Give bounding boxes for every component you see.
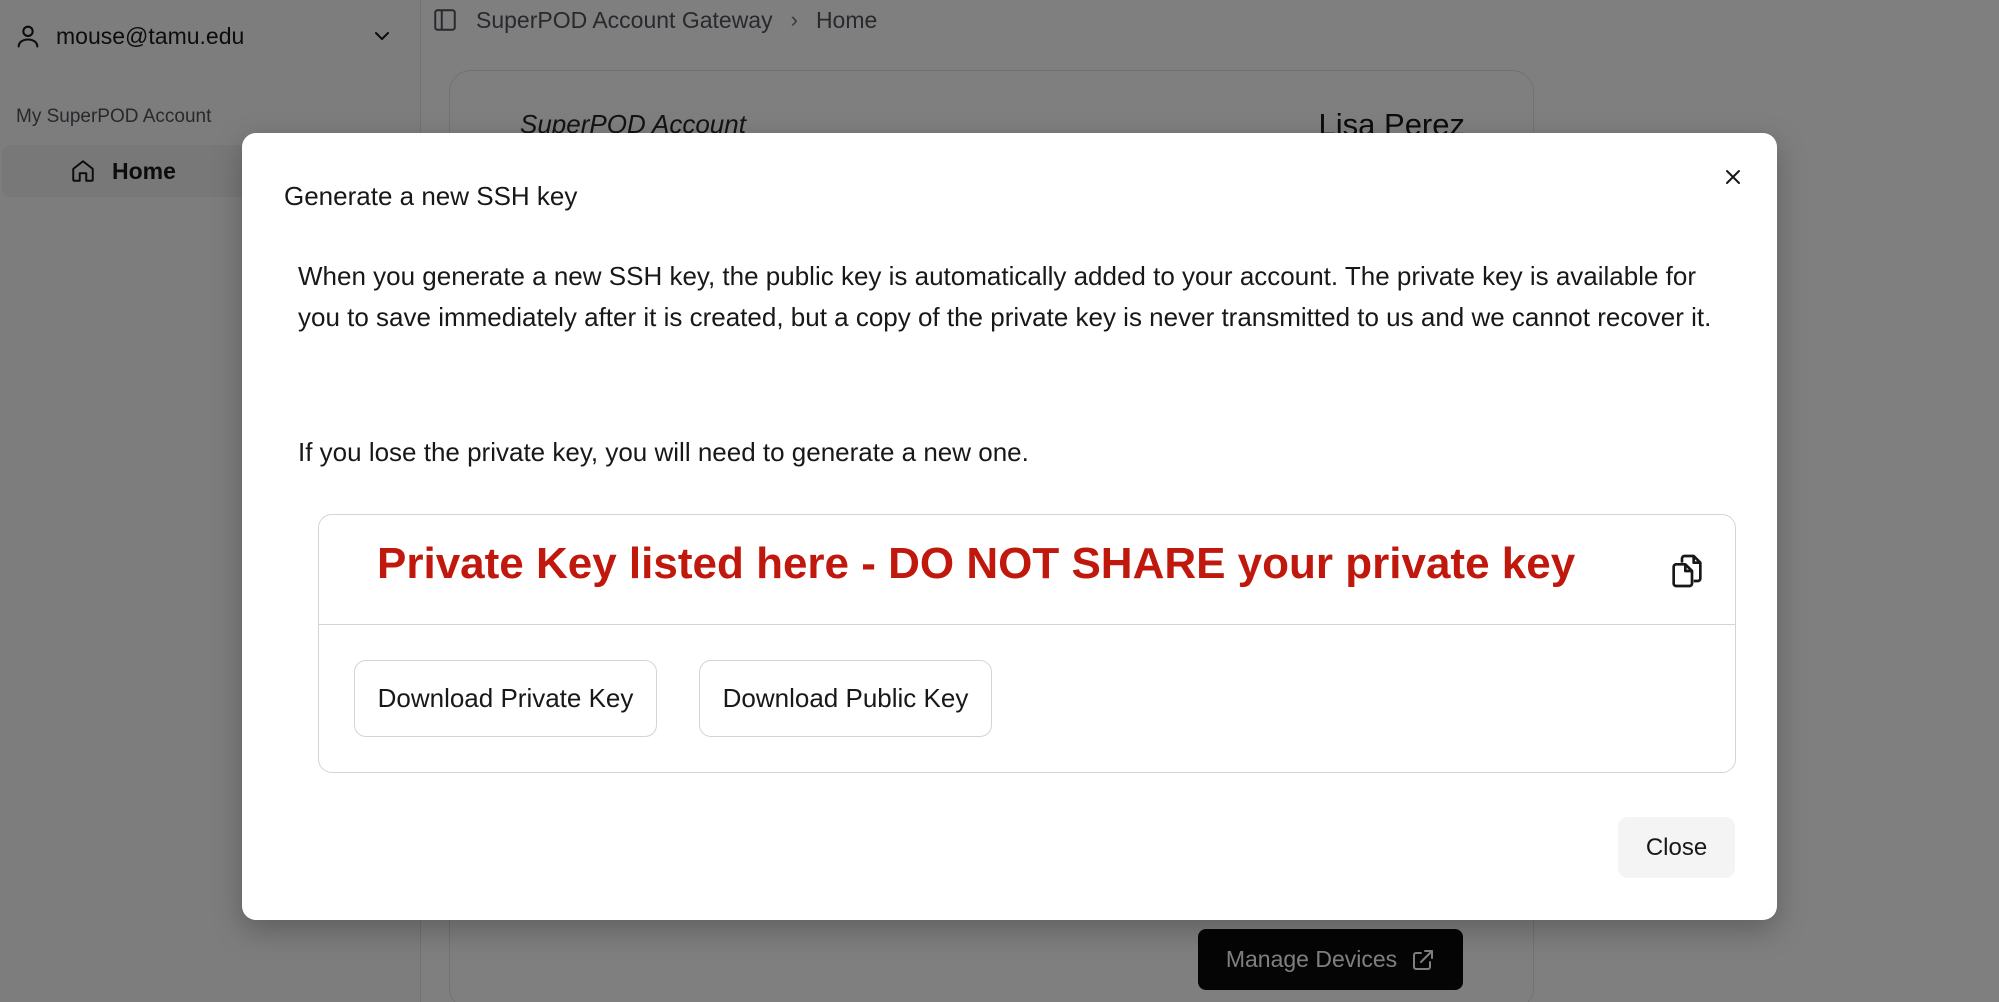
dialog-title: Generate a new SSH key	[284, 181, 578, 211]
copy-icon[interactable]	[1667, 551, 1707, 591]
dialog-warning-text: If you lose the private key, you will ne…	[298, 437, 1029, 467]
close-button[interactable]: Close	[1618, 817, 1735, 878]
dialog-description: When you generate a new SSH key, the pub…	[298, 261, 1712, 332]
close-icon[interactable]	[1717, 161, 1749, 193]
download-public-key-button[interactable]: Download Public Key	[699, 660, 992, 737]
private-key-panel: Private Key listed here - DO NOT SHARE y…	[318, 514, 1736, 773]
download-private-key-button[interactable]: Download Private Key	[354, 660, 657, 737]
ssh-key-dialog: Generate a new SSH key When you generate…	[242, 133, 1777, 920]
private-key-row: Private Key listed here - DO NOT SHARE y…	[319, 515, 1735, 625]
private-key-text[interactable]: Private Key listed here - DO NOT SHARE y…	[377, 539, 1575, 589]
